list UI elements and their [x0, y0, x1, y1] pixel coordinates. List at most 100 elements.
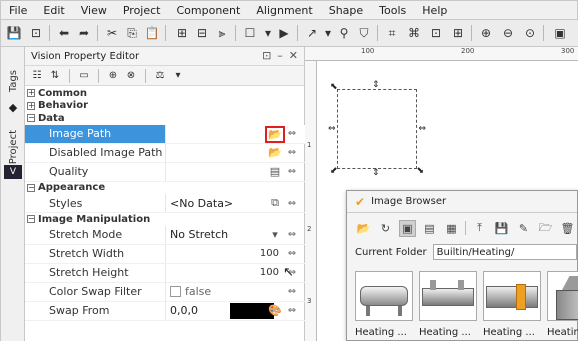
property-value[interactable]: [165, 162, 305, 181]
resize-handle-icon[interactable]: ⇔: [328, 124, 336, 134]
resize-handle-icon[interactable]: ⇕: [372, 168, 380, 178]
link-icon[interactable]: ⇔: [285, 228, 299, 242]
menu-component[interactable]: Component: [168, 4, 248, 17]
zoom-fit-icon[interactable]: ⊙: [521, 24, 539, 42]
property-value[interactable]: [165, 244, 305, 263]
zoom-out-icon[interactable]: ⊖: [499, 24, 517, 42]
link-icon[interactable]: ⇔: [285, 165, 299, 179]
center-icon[interactable]: ⊡: [427, 24, 445, 42]
play-icon[interactable]: ▶: [275, 24, 293, 42]
distribute-icon[interactable]: ⌘: [405, 24, 423, 42]
checkbox[interactable]: [170, 286, 181, 297]
color-picker-icon[interactable]: 🎨: [267, 304, 283, 318]
group-behavior[interactable]: + Behavior: [25, 100, 305, 113]
sort-alpha-icon[interactable]: ⇅: [47, 68, 63, 84]
undo-icon[interactable]: ⬅: [55, 24, 73, 42]
collapse-icon[interactable]: −: [27, 114, 35, 123]
categorized-icon[interactable]: ☷: [29, 68, 45, 84]
ungroup-icon[interactable]: ⊟: [193, 24, 211, 42]
group-common[interactable]: + Common: [25, 87, 305, 100]
zoom-in-icon[interactable]: ⊕: [477, 24, 495, 42]
current-folder-field[interactable]: Builtin/Heating/: [432, 244, 577, 260]
tab-tags[interactable]: Tags: [4, 65, 22, 97]
layout-icon[interactable]: ⫸: [213, 24, 231, 42]
preview-icon[interactable]: ☐: [241, 24, 259, 42]
paste-icon[interactable]: 📋: [143, 24, 161, 42]
save-all-icon[interactable]: ⊡: [27, 24, 45, 42]
save-icon[interactable]: 💾: [5, 24, 23, 42]
image-thumbnail[interactable]: Heating ...: [419, 271, 477, 338]
align-icon[interactable]: ⌗: [383, 24, 401, 42]
grid-icon[interactable]: ⊞: [449, 24, 467, 42]
stretch-mode-dropdown[interactable]: No Stretch: [165, 225, 305, 244]
open-folder-icon[interactable]: 📂: [355, 220, 372, 237]
link-icon[interactable]: ⇔: [285, 146, 299, 160]
link-icon[interactable]: ⇔: [285, 196, 299, 210]
property-row-color-swap-filter[interactable]: Color Swap Filter false ⇔: [25, 282, 305, 302]
shield-icon[interactable]: ⛉: [355, 24, 373, 42]
property-value[interactable]: <No Data>: [165, 194, 305, 212]
resize-handle-icon[interactable]: ⬉: [330, 82, 338, 92]
link-icon[interactable]: ⇔: [285, 127, 299, 141]
image-thumbnail[interactable]: Heating ...: [355, 271, 413, 338]
image-tool-icon[interactable]: ▣: [551, 24, 569, 42]
delete-icon[interactable]: 🗑: [559, 220, 576, 237]
menu-file[interactable]: File: [1, 4, 35, 17]
add-property-icon[interactable]: ⊕: [105, 68, 121, 84]
menu-view[interactable]: View: [73, 4, 115, 17]
collapse-icon[interactable]: −: [27, 183, 35, 192]
group-icon[interactable]: ⊞: [173, 24, 191, 42]
stretch-height-value[interactable]: 100: [260, 267, 279, 278]
folder-icon[interactable]: 📂: [267, 146, 283, 160]
style-editor-icon[interactable]: ⧉: [267, 196, 283, 210]
cut-icon[interactable]: ✂: [103, 24, 121, 42]
resize-handle-icon[interactable]: ⬋: [330, 166, 338, 176]
filter-icon[interactable]: ▭: [76, 68, 92, 84]
menu-help[interactable]: Help: [414, 4, 455, 17]
edit-icon[interactable]: ✎: [515, 220, 532, 237]
close-icon[interactable]: ✕: [289, 49, 298, 62]
image-browser-titlebar[interactable]: ✔ Image Browser: [347, 191, 577, 213]
view-options-icon[interactable]: ⚖: [152, 68, 168, 84]
selected-image-component[interactable]: ⬉ ⇕ ⇔ ⇔ ⬋ ⇕ ⬊: [328, 80, 426, 178]
property-row-styles[interactable]: Styles <No Data> ⧉ ⇔: [25, 194, 305, 213]
property-row-quality[interactable]: Quality ▤ ⇔: [25, 162, 305, 182]
tab-project[interactable]: Project: [4, 125, 22, 169]
resize-handle-icon[interactable]: ⇕: [372, 80, 380, 90]
save-icon[interactable]: 💾: [493, 220, 510, 237]
property-row-disabled-image-path[interactable]: Disabled Image Path 📂 ⇔: [25, 143, 305, 163]
stretch-width-value[interactable]: 100: [260, 248, 279, 259]
image-thumbnail[interactable]: Heating ...: [547, 271, 578, 338]
property-row-swap-from[interactable]: Swap From 0,0,0 🎨 ⇔: [25, 301, 305, 321]
property-row-image-path[interactable]: Image Path 📂 ⇔: [25, 124, 305, 144]
expand-icon[interactable]: +: [27, 89, 35, 98]
copy-icon[interactable]: ⎘: [123, 24, 141, 42]
property-row-stretch-width[interactable]: Stretch Width 100 ⇔: [25, 244, 305, 264]
group-data[interactable]: − Data: [25, 112, 305, 125]
resize-handle-icon[interactable]: ⬊: [416, 166, 424, 176]
chevron-down-icon[interactable]: ▾: [170, 68, 186, 84]
property-row-stretch-mode[interactable]: Stretch Mode No Stretch ▾ ⇔: [25, 225, 305, 245]
edit-property-icon[interactable]: ⊗: [123, 68, 139, 84]
upload-icon[interactable]: ⤒: [471, 220, 488, 237]
project-icon[interactable]: V: [4, 165, 22, 179]
view-thumbnails-icon[interactable]: ▣: [399, 219, 416, 237]
group-appearance[interactable]: − Appearance: [25, 182, 305, 195]
expand-icon[interactable]: +: [27, 101, 35, 110]
menu-shape[interactable]: Shape: [321, 4, 371, 17]
minimize-icon[interactable]: –: [277, 49, 283, 62]
link-icon[interactable]: ⇔: [285, 285, 299, 299]
redo-icon[interactable]: ➦: [75, 24, 93, 42]
tag-icon[interactable]: ◆: [4, 99, 22, 115]
menu-tools[interactable]: Tools: [371, 4, 414, 17]
collapse-icon[interactable]: −: [27, 215, 35, 224]
link-icon[interactable]: ⇔: [285, 304, 299, 318]
menu-project[interactable]: Project: [115, 4, 169, 17]
chevron-down-icon[interactable]: ▾: [267, 228, 283, 242]
folder-icon[interactable]: 📂: [265, 125, 285, 143]
connect-icon[interactable]: ⚲: [335, 24, 353, 42]
new-folder-icon[interactable]: 🗁: [537, 220, 554, 237]
group-image-manipulation[interactable]: − Image Manipulation: [25, 213, 305, 226]
menu-edit[interactable]: Edit: [35, 4, 72, 17]
view-list-icon[interactable]: ▦: [443, 220, 460, 237]
